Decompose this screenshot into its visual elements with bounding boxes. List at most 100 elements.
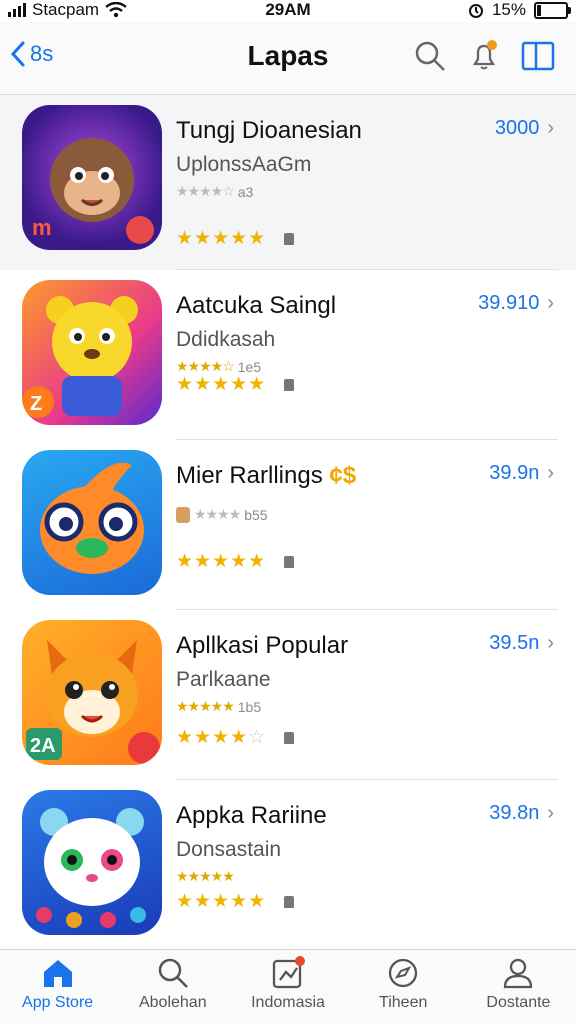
mini-rating: ★★★★★ 1b5 [176,698,476,715]
app-icon [22,450,162,595]
app-name: Apllkasi Popular [176,632,349,659]
price-button[interactable]: 39.9n › [489,462,554,485]
battery-percent: 15% [491,0,526,19]
lock-icon [284,555,295,568]
tab-search[interactable]: Abolehan [115,950,230,1024]
mini-rating-text: b55 [244,506,268,523]
app-icon: Z [22,280,162,425]
person-icon [501,956,535,990]
rating-row: ★★★★★ [176,227,295,250]
navigation-bar: 8s Lapas [0,22,576,95]
chevron-right-icon: › [547,117,554,139]
search-button[interactable] [412,38,448,74]
app-name-text: Mier Rarllings [176,462,323,489]
chevron-right-icon: › [547,292,554,314]
price-label: 3000 [494,117,540,139]
rating-row: ★★★★★ [176,890,295,913]
star-rating-icon: ★★★★★ [176,228,267,249]
rating-row: ★★★★★ [176,550,295,573]
price-label: 39.8n [489,802,540,824]
app-icon: 2A [22,620,162,765]
tab-label: Dostante [486,994,551,1011]
mini-stars-icon: ★★★★★ [176,868,235,884]
tab-label: Abolehan [138,994,207,1011]
list-item[interactable]: Z Aatcuka Saingl Ddidkasah ★★★★☆ 1e5 ★★★… [0,270,576,440]
bear-mascot-icon: Z [22,296,138,418]
chevron-right-icon: › [547,802,554,824]
star-rating-icon: ★★★★☆ [176,727,267,748]
compass-icon [386,956,420,990]
tab-explore[interactable]: Tiheen [346,950,461,1024]
chart-icon [271,956,305,990]
home-icon [41,956,75,990]
search-icon [415,41,445,71]
mini-stars-icon: ★★★★☆ [176,183,235,199]
lock-icon [284,731,295,744]
status-right: 15% [468,0,571,20]
tab-charts[interactable]: Indomasia [230,950,345,1024]
price-label: 39.5n [489,632,540,654]
app-subtitle: Ddidkasah [176,328,276,351]
app-info: Appka Rariine Donsastain ★★★★★ [176,802,476,885]
price-button[interactable]: 3000 › [495,117,554,140]
status-bar: Stacpam 29AM 15% [0,0,576,22]
app-subtitle: Parlkaane [176,668,271,691]
app-list: m Tungj Dioanesian UplonssAaGm ★★★★☆ a3 … [0,95,576,970]
lock-icon [284,232,295,245]
list-item[interactable]: Mier Rarllings ¢$ ★★★★ b55 ★★★★★ 39.9n › [0,440,576,610]
age-badge-icon [176,506,190,523]
price-label: 39.910 [478,292,540,314]
list-item[interactable]: Appka Rariine Donsastain ★★★★★ ★★★★★ 39.… [0,780,576,950]
monkey-mascot-icon: m [32,138,154,244]
fox-mascot-icon: 2A [26,640,160,764]
price-button[interactable]: 39.8n › [489,802,554,825]
svg-text:2A: 2A [30,735,56,757]
list-item[interactable]: 2A Apllkasi Popular Parlkaane ★★★★★ 1b5 … [0,610,576,780]
price-label: 39.9n [489,462,540,484]
battery-icon [534,1,571,19]
price-button[interactable]: 39.5n › [489,632,554,655]
notifications-button[interactable] [466,38,502,74]
rating-row: ★★★★☆ [176,726,295,749]
sidebar-icon [521,41,555,71]
mini-rating-text: 1b5 [237,698,262,715]
tab-label: Indomasia [251,994,325,1011]
lock-icon [284,895,295,908]
app-icon: m [22,105,162,250]
tab-label: App Store [22,994,94,1011]
star-rating-icon: ★★★★★ [176,374,267,395]
search-icon [156,956,190,990]
chevron-right-icon: › [547,632,554,654]
mini-rating-text: a3 [237,183,254,200]
app-name: Aatcuka Saingl [176,292,337,319]
star-rating-icon: ★★★★★ [176,551,267,572]
coin-badge-icon: ¢$ [329,462,357,489]
list-item[interactable]: m Tungj Dioanesian UplonssAaGm ★★★★☆ a3 … [0,95,576,270]
tab-bar: App Store Abolehan Indomasia Tiheen Dost… [0,949,576,1024]
lock-icon [284,378,295,391]
rating-row: ★★★★★ [176,373,295,396]
tab-label: Tiheen [379,994,428,1011]
bell-icon [472,40,497,70]
mini-stars-icon: ★★★★ [194,506,241,522]
app-subtitle: Donsastain [176,838,282,861]
app-name: Mier Rarllings ¢$ [176,462,476,490]
split-view-button[interactable] [520,38,556,74]
app-icon [22,790,162,935]
tab-app-store[interactable]: App Store [0,950,115,1024]
tab-account[interactable]: Dostante [461,950,576,1024]
app-name: Tungj Dioanesian [176,117,362,144]
app-name: Appka Rariine [176,802,327,829]
price-button[interactable]: 39.910 › [478,292,554,315]
mini-rating: ★★★★☆ a3 [176,183,476,200]
star-rating-icon: ★★★★★ [176,891,267,912]
mini-rating: ★★★★★ [176,868,476,885]
svg-text:Z: Z [30,393,42,415]
app-info: Mier Rarllings ¢$ ★★★★ b55 [176,462,476,523]
app-subtitle: UplonssAaGm [176,153,312,176]
mini-rating: ★★★★ b55 [176,506,476,523]
bird-mascot-icon [40,462,144,574]
app-info: Apllkasi Popular Parlkaane ★★★★★ 1b5 [176,632,476,715]
creature-mascot-icon [36,808,146,928]
app-info: Aatcuka Saingl Ddidkasah ★★★★☆ 1e5 [176,292,476,375]
